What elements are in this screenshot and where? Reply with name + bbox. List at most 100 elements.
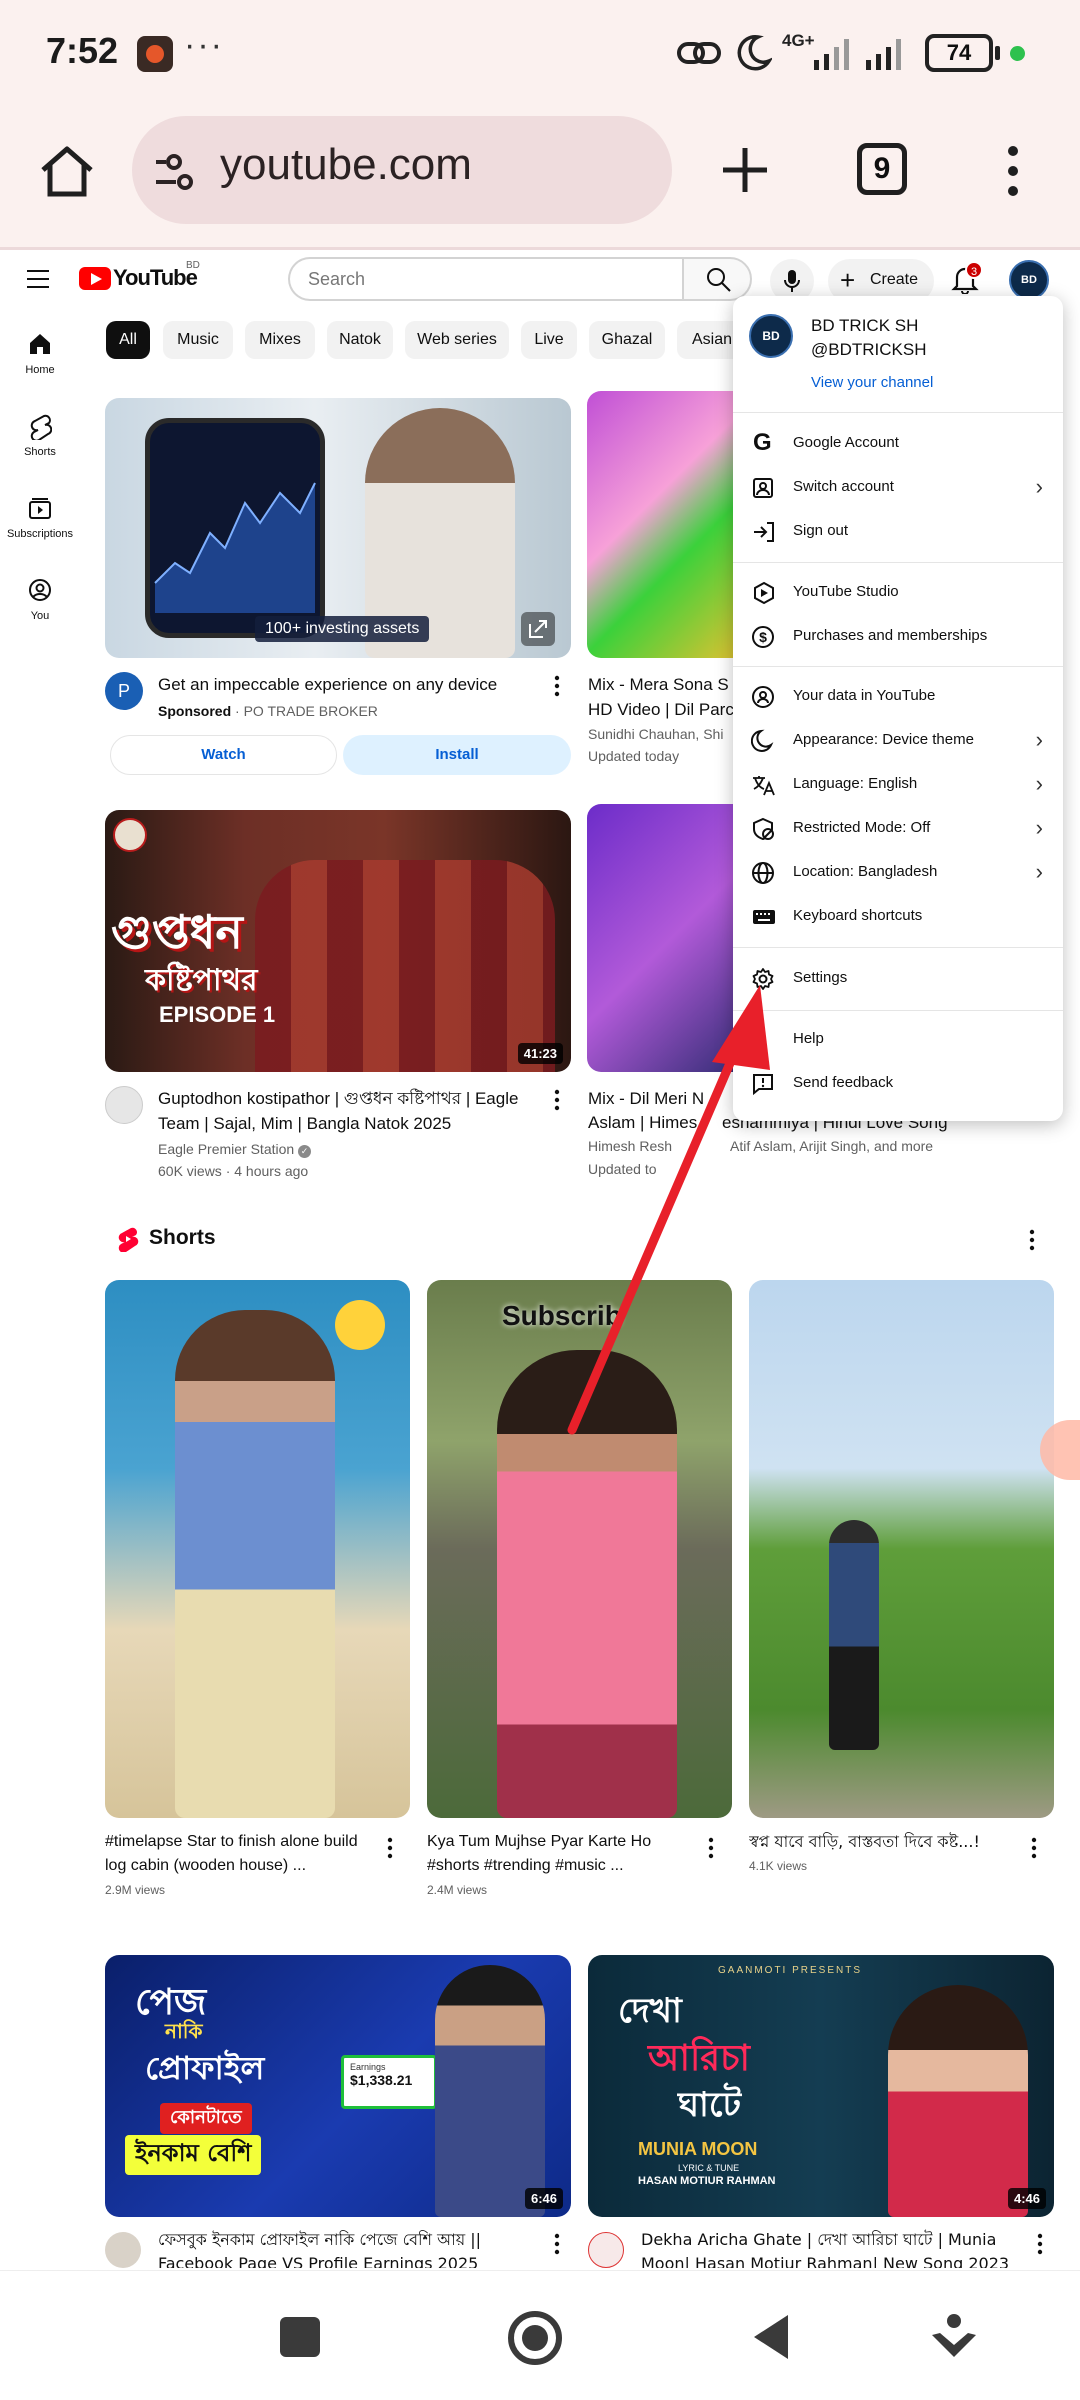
- search-input[interactable]: Search: [288, 257, 682, 301]
- chip-ghazal[interactable]: Ghazal: [589, 321, 665, 359]
- recents-button[interactable]: [280, 2317, 320, 2357]
- chip-mixes[interactable]: Mixes: [245, 321, 315, 359]
- install-button[interactable]: Install: [343, 735, 571, 775]
- battery-icon: 74: [925, 34, 993, 72]
- chip-live[interactable]: Live: [521, 321, 577, 359]
- bottom-video-title-2[interactable]: Dekha Aricha Ghate | দেখা আরিচা ঘাটে | M…: [641, 2228, 1021, 2268]
- natok-title[interactable]: Guptodhon kostipathor | গুপ্তধন কষ্টিপাথ…: [158, 1086, 548, 1136]
- thumb-text-4: কোনটাতে: [160, 2103, 252, 2134]
- chip-web-series[interactable]: Web series: [405, 321, 509, 359]
- bottom-video-thumbnail-1[interactable]: পেজ নাকি প্রোফাইল কোনটাতে ইনকাম বেশি Ear…: [105, 1955, 571, 2217]
- more-options-icon[interactable]: [553, 1088, 561, 1112]
- search-button[interactable]: [682, 257, 752, 301]
- sidenav-shorts[interactable]: Shorts: [0, 412, 80, 468]
- short-thumbnail-3[interactable]: [749, 1280, 1054, 1818]
- chip-natok[interactable]: Natok: [327, 321, 393, 359]
- url-text[interactable]: youtube.com: [220, 140, 472, 190]
- sidenav-subscriptions[interactable]: Subscriptions: [0, 494, 80, 550]
- account-avatar[interactable]: BD: [1009, 260, 1049, 300]
- menu-item-language[interactable]: Language: English ›: [733, 765, 1063, 805]
- menu-item-sign-out[interactable]: Sign out: [733, 512, 1063, 552]
- menu-item-youtube-studio[interactable]: YouTube Studio: [733, 573, 1063, 613]
- short-title-3[interactable]: স্বপ্ন যাবে বাড়ি, বাস্তবতা দিবে কষ্ট...…: [749, 1830, 1019, 1856]
- menu-item-your-data[interactable]: Your data in YouTube: [733, 677, 1063, 717]
- menu-item-settings[interactable]: Settings: [733, 959, 1063, 999]
- subscriptions-icon: [29, 498, 51, 519]
- phone-mockup: [145, 418, 325, 638]
- natok-channel[interactable]: Eagle Premier Station ✓: [158, 1139, 312, 1159]
- menu-avatar: BD: [749, 314, 793, 358]
- more-options-icon[interactable]: [707, 1836, 715, 1860]
- app-notification-icon: [137, 36, 173, 72]
- ad-meta: Sponsored · PO TRADE BROKER: [158, 703, 378, 719]
- channel-avatar[interactable]: [105, 1086, 143, 1124]
- signal-icon: [814, 39, 849, 70]
- mix-title-line1[interactable]: Mix - Mera Sona S: [588, 672, 738, 697]
- menu-item-location[interactable]: Location: Bangladesh ›: [733, 853, 1063, 893]
- earnings-label: Earnings: [350, 2062, 386, 2072]
- sidenav-home[interactable]: Home: [0, 330, 80, 386]
- short-thumbnail-1[interactable]: [105, 1280, 410, 1818]
- menu-item-send-feedback[interactable]: Send feedback: [733, 1064, 1063, 1104]
- channel-avatar[interactable]: [105, 2232, 141, 2268]
- mix2-thumbnail[interactable]: [587, 804, 757, 1072]
- menu-item-label: Restricted Mode: Off: [793, 819, 931, 836]
- home-button[interactable]: [508, 2311, 562, 2365]
- hamburger-menu-icon[interactable]: [26, 268, 52, 290]
- menu-item-appearance[interactable]: Appearance: Device theme ›: [733, 721, 1063, 761]
- more-menu-icon[interactable]: [1000, 144, 1026, 198]
- more-options-icon[interactable]: [1036, 2232, 1044, 2256]
- more-options-icon[interactable]: [1030, 1836, 1038, 1860]
- ad-title[interactable]: Get an impeccable experience on any devi…: [158, 672, 538, 697]
- chip-all[interactable]: All: [106, 321, 150, 359]
- bottom-video-thumbnail-2[interactable]: GAANMOTI PRESENTS দেখা আরিচা ঘাটে MUNIA …: [588, 1955, 1054, 2217]
- menu-item-purchases[interactable]: $ Purchases and memberships: [733, 617, 1063, 657]
- side-navigation: Home Shorts Subscriptions You: [0, 330, 80, 630]
- mix2-title-line2[interactable]: Aslam | Himes: [588, 1110, 703, 1135]
- translate-icon: [753, 776, 775, 796]
- restricted-icon: [753, 817, 774, 841]
- mix-thumbnail[interactable]: [587, 391, 757, 658]
- site-settings-icon[interactable]: [152, 152, 198, 192]
- thumb-caption: 100+ investing assets: [255, 616, 430, 642]
- mix2-title-line1[interactable]: Mix - Dil Meri N: [588, 1086, 723, 1111]
- new-tab-icon[interactable]: [719, 144, 771, 196]
- short-thumbnail-2[interactable]: Subscrib: [427, 1280, 732, 1818]
- menu-item-label: Purchases and memberships: [793, 627, 988, 644]
- tab-switcher-button[interactable]: 9: [857, 143, 907, 195]
- menu-item-switch-account[interactable]: Switch account ›: [733, 468, 1063, 508]
- youtube-logo-icon[interactable]: [79, 267, 111, 290]
- short-title-1[interactable]: #timelapse Star to finish alone build lo…: [105, 1830, 375, 1880]
- advertiser-avatar[interactable]: P: [105, 672, 143, 710]
- more-options-icon[interactable]: [386, 1836, 394, 1860]
- menu-divider: [733, 412, 1063, 413]
- sidenav-you[interactable]: You: [0, 576, 80, 632]
- home-icon[interactable]: [38, 144, 96, 198]
- thumb-text-3: প্রোফাইল: [145, 2049, 265, 2087]
- short-title-2[interactable]: Kya Tum Mujhse Pyar Karte Ho #shorts #tr…: [427, 1830, 697, 1880]
- sidenav-label: Subscriptions: [6, 528, 74, 540]
- watch-button[interactable]: Watch: [110, 735, 337, 775]
- help-icon: [751, 1028, 777, 1052]
- menu-item-keyboard-shortcuts[interactable]: Keyboard shortcuts: [733, 897, 1063, 937]
- menu-item-help[interactable]: Help: [733, 1020, 1063, 1060]
- channel-avatar[interactable]: [588, 2232, 624, 2268]
- chevron-right-icon: ›: [1035, 474, 1043, 499]
- shorts-more-icon[interactable]: [1028, 1228, 1036, 1252]
- more-options-icon[interactable]: [553, 674, 561, 698]
- assistant-button-icon[interactable]: [930, 2311, 978, 2363]
- chip-music[interactable]: Music: [163, 321, 233, 359]
- chevron-right-icon: ›: [1035, 727, 1043, 752]
- bottom-video-title-1[interactable]: ফেসবুক ইনকাম প্রোফাইল নাকি পেজে বেশি আয়…: [158, 2228, 538, 2268]
- menu-item-restricted-mode[interactable]: Restricted Mode: Off ›: [733, 809, 1063, 849]
- mix-title-line2[interactable]: HD Video | Dil Parc: [588, 697, 738, 722]
- external-link-icon[interactable]: [521, 612, 555, 646]
- more-options-icon[interactable]: [553, 2232, 561, 2256]
- natok-thumbnail[interactable]: গুপ্তধন কষ্টিপাথর EPISODE 1 41:23: [105, 810, 571, 1072]
- account-menu: BD BD TRICK SH @BDTRICKSH View your chan…: [733, 296, 1063, 1121]
- ad-thumbnail[interactable]: 100+ investing assets: [105, 398, 571, 658]
- view-channel-link[interactable]: View your channel: [811, 374, 933, 391]
- menu-item-google-account[interactable]: G Google Account: [733, 424, 1063, 464]
- youtube-wordmark[interactable]: YouTube: [113, 265, 198, 291]
- back-button-icon[interactable]: [750, 2311, 792, 2363]
